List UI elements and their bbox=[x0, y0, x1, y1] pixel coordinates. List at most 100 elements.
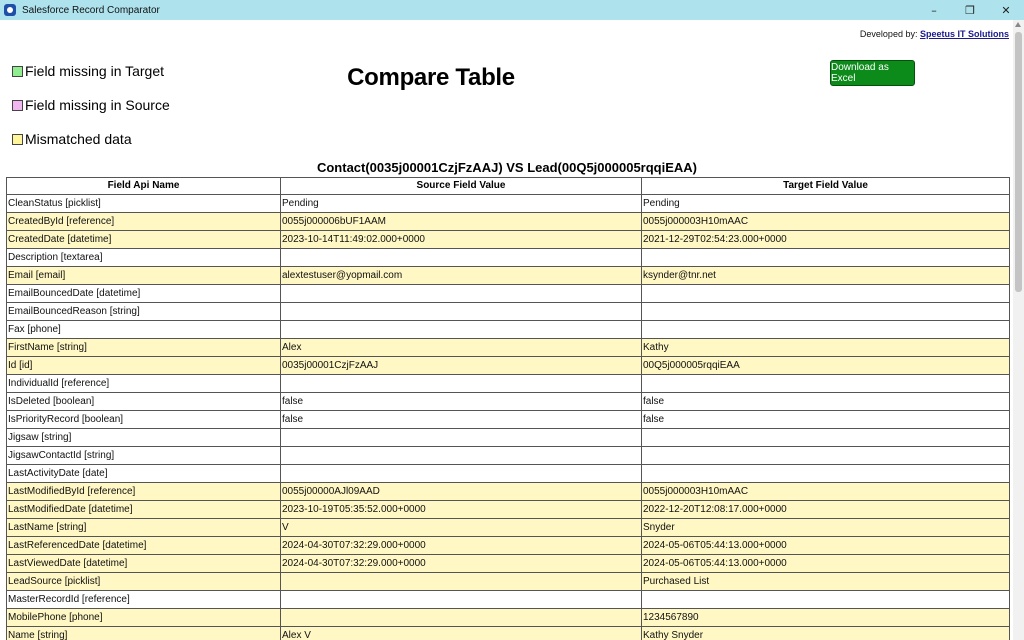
scroll-up-arrow-icon[interactable] bbox=[1015, 22, 1021, 27]
table-row: MobilePhone [phone] 1234567890 bbox=[6, 608, 1010, 627]
minimize-icon[interactable]: – bbox=[916, 0, 952, 20]
restore-icon[interactable]: ❐ bbox=[952, 0, 988, 20]
field-name-cell: Description [textarea] bbox=[6, 248, 281, 267]
field-name-cell: Jigsaw [string] bbox=[6, 428, 281, 447]
source-value-cell: 2024-04-30T07:32:29.000+0000 bbox=[280, 554, 642, 573]
missing-source-swatch bbox=[12, 99, 23, 111]
target-value-cell: 0055j000003H10mAAC bbox=[641, 212, 1010, 231]
source-value-cell: 2023-10-14T11:49:02.000+0000 bbox=[280, 230, 642, 249]
field-name-cell: JigsawContactId [string] bbox=[6, 446, 281, 465]
app-icon bbox=[4, 4, 16, 16]
header-source-field-value: Source Field Value bbox=[280, 177, 642, 195]
vertical-scrollbar[interactable] bbox=[1013, 20, 1024, 640]
table-row: JigsawContactId [string] bbox=[6, 446, 1010, 465]
field-name-cell: LastModifiedDate [datetime] bbox=[6, 500, 281, 519]
table-row: FirstName [string] Alex Kathy bbox=[6, 338, 1010, 357]
field-name-cell: LastModifiedById [reference] bbox=[6, 482, 281, 501]
table-row: LastModifiedDate [datetime] 2023-10-19T05… bbox=[6, 500, 1010, 519]
source-value-cell: Alex V bbox=[280, 626, 642, 640]
table-row: IsDeleted [boolean] false false bbox=[6, 392, 1010, 411]
field-name-cell: Email [email] bbox=[6, 266, 281, 285]
table-row: IsPriorityRecord [boolean] false false bbox=[6, 410, 1010, 429]
field-name-cell: LastName [string] bbox=[6, 518, 281, 537]
table-row: LastViewedDate [datetime] 2024-04-30T07:3… bbox=[6, 554, 1010, 573]
legend-missing-target-label: Field missing in Target bbox=[25, 63, 165, 79]
target-value-cell: 0055j000003H10mAAC bbox=[641, 482, 1010, 501]
table-header-row: Field Api Name Source Field Value Target… bbox=[6, 177, 1010, 195]
source-value-cell bbox=[280, 464, 642, 483]
target-value-cell: 2024-05-06T05:44:13.000+0000 bbox=[641, 536, 1010, 555]
table-row: Fax [phone] bbox=[6, 320, 1010, 339]
table-row: LastActivityDate [date] bbox=[6, 464, 1010, 483]
source-value-cell: 2023-10-19T05:35:52.000+0000 bbox=[280, 500, 642, 519]
source-value-cell: V bbox=[280, 518, 642, 537]
field-name-cell: CreatedById [reference] bbox=[6, 212, 281, 231]
missing-target-swatch bbox=[12, 65, 23, 77]
source-value-cell: false bbox=[280, 392, 642, 411]
table-row: Id [id] 0035j00001CzjFzAAJ 00Q5j000005rqqi… bbox=[6, 356, 1010, 375]
table-row: EmailBouncedDate [datetime] bbox=[6, 284, 1010, 303]
page-title: Compare Table bbox=[347, 64, 515, 91]
field-name-cell: EmailBouncedDate [datetime] bbox=[6, 284, 281, 303]
target-value-cell: Purchased List bbox=[641, 572, 1010, 591]
target-value-cell: false bbox=[641, 392, 1010, 411]
developer-credit: Developed by: Speetus IT Solutions bbox=[860, 29, 1009, 39]
target-value-cell bbox=[641, 320, 1010, 339]
field-name-cell: LeadSource [picklist] bbox=[6, 572, 281, 591]
target-value-cell: 1234567890 bbox=[641, 608, 1010, 627]
source-value-cell bbox=[280, 608, 642, 627]
developer-link[interactable]: Speetus IT Solutions bbox=[920, 29, 1009, 39]
scrollbar-thumb[interactable] bbox=[1015, 32, 1022, 292]
source-value-cell bbox=[280, 374, 642, 393]
source-value-cell: alextestuser@yopmail.com bbox=[280, 266, 642, 285]
source-value-cell: 2024-04-30T07:32:29.000+0000 bbox=[280, 536, 642, 555]
header-target-field-value: Target Field Value bbox=[641, 177, 1010, 195]
table-row: CreatedById [reference] 0055j000006bUF1AA… bbox=[6, 212, 1010, 231]
field-name-cell: IndividualId [reference] bbox=[6, 374, 281, 393]
target-value-cell: ksynder@tnr.net bbox=[641, 266, 1010, 285]
table-row: Description [textarea] bbox=[6, 248, 1010, 267]
close-icon[interactable]: ✕ bbox=[988, 0, 1024, 20]
window-titlebar: Salesforce Record Comparator – ❐ ✕ bbox=[0, 0, 1024, 20]
field-name-cell: EmailBouncedReason [string] bbox=[6, 302, 281, 321]
source-value-cell: Alex bbox=[280, 338, 642, 357]
table-row: LastName [string] V Snyder bbox=[6, 518, 1010, 537]
table-row: Jigsaw [string] bbox=[6, 428, 1010, 447]
target-value-cell: 00Q5j000005rqqiEAA bbox=[641, 356, 1010, 375]
legend-missing-target: Field missing in Target bbox=[12, 63, 164, 79]
field-name-cell: LastActivityDate [date] bbox=[6, 464, 281, 483]
field-name-cell: LastViewedDate [datetime] bbox=[6, 554, 281, 573]
source-value-cell bbox=[280, 320, 642, 339]
table-row: Name [string] Alex V Kathy Snyder bbox=[6, 626, 1010, 640]
source-value-cell: false bbox=[280, 410, 642, 429]
field-name-cell: Id [id] bbox=[6, 356, 281, 375]
field-name-cell: CreatedDate [datetime] bbox=[6, 230, 281, 249]
legend-missing-source: Field missing in Source bbox=[12, 97, 170, 113]
target-value-cell bbox=[641, 284, 1010, 303]
table-row: EmailBouncedReason [string] bbox=[6, 302, 1010, 321]
source-value-cell bbox=[280, 446, 642, 465]
target-value-cell bbox=[641, 374, 1010, 393]
field-name-cell: CleanStatus [picklist] bbox=[6, 194, 281, 213]
window-title: Salesforce Record Comparator bbox=[22, 4, 160, 16]
target-value-cell: 2021-12-29T02:54:23.000+0000 bbox=[641, 230, 1010, 249]
target-value-cell: Kathy Snyder bbox=[641, 626, 1010, 640]
target-value-cell bbox=[641, 428, 1010, 447]
field-name-cell: IsDeleted [boolean] bbox=[6, 392, 281, 411]
target-value-cell bbox=[641, 302, 1010, 321]
field-name-cell: MobilePhone [phone] bbox=[6, 608, 281, 627]
source-value-cell bbox=[280, 590, 642, 609]
field-name-cell: LastReferencedDate [datetime] bbox=[6, 536, 281, 555]
table-body: CleanStatus [picklist] Pending Pending Crea… bbox=[6, 194, 1010, 640]
field-name-cell: Name [string] bbox=[6, 626, 281, 640]
download-excel-button[interactable]: Download as Excel bbox=[830, 60, 915, 86]
source-value-cell bbox=[280, 302, 642, 321]
table-row: CleanStatus [picklist] Pending Pending bbox=[6, 194, 1010, 213]
source-value-cell: 0035j00001CzjFzAAJ bbox=[280, 356, 642, 375]
table-row: LastModifiedById [reference] 0055j00000AJ… bbox=[6, 482, 1010, 501]
target-value-cell: 2022-12-20T12:08:17.000+0000 bbox=[641, 500, 1010, 519]
target-value-cell: 2024-05-06T05:44:13.000+0000 bbox=[641, 554, 1010, 573]
field-name-cell: FirstName [string] bbox=[6, 338, 281, 357]
source-value-cell bbox=[280, 572, 642, 591]
table-row: LastReferencedDate [datetime] 2024-04-30T… bbox=[6, 536, 1010, 555]
